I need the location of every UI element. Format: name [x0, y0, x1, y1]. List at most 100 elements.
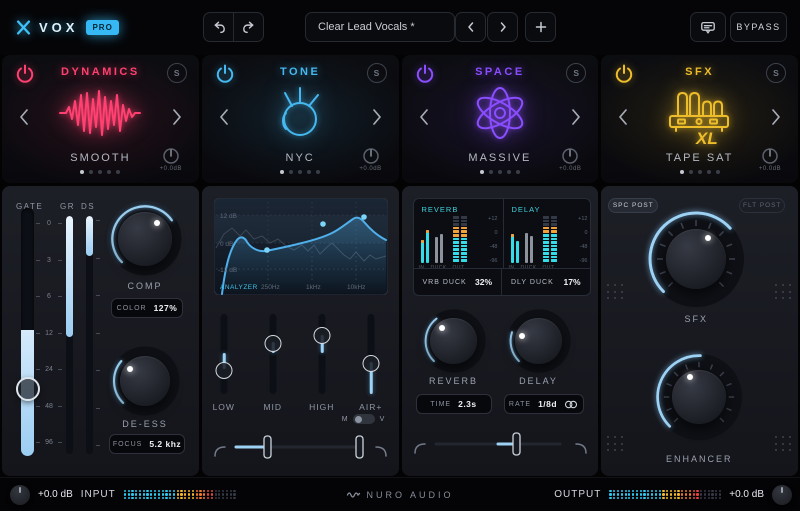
- slider-handle[interactable]: [513, 433, 520, 455]
- music-vocal-toggle[interactable]: M V: [342, 414, 385, 424]
- knob-body: [118, 212, 171, 265]
- wet-dry-slider[interactable]: [412, 426, 589, 461]
- input-gain-knob[interactable]: [10, 485, 30, 505]
- knob-indicator-dot: [519, 333, 525, 339]
- led-segment: [543, 216, 549, 219]
- knob-indicator-dot: [687, 374, 693, 380]
- meter-column: [636, 490, 638, 500]
- in-bar-fill: [511, 234, 514, 263]
- delay-duck-meter: [525, 221, 533, 263]
- page-dot[interactable]: [698, 170, 702, 174]
- enhancer-knob[interactable]: [654, 352, 744, 442]
- add-preset-button[interactable]: [525, 12, 556, 42]
- page-dot[interactable]: [280, 170, 284, 174]
- page-dot[interactable]: [480, 170, 484, 174]
- in-bar: [516, 221, 519, 263]
- module-gain-knob[interactable]: +0.0dB: [351, 147, 391, 172]
- filter-range-slider[interactable]: [212, 429, 389, 464]
- module-gain-knob[interactable]: +0.0dB: [550, 147, 590, 172]
- fader-handle[interactable]: [314, 327, 331, 344]
- meter-column: [662, 490, 664, 500]
- air-fader[interactable]: [363, 314, 380, 394]
- page-dot[interactable]: [80, 170, 84, 174]
- vrb-duck-readout[interactable]: VRB DUCK 32%: [414, 269, 502, 295]
- page-dot[interactable]: [716, 170, 720, 174]
- mid-fader[interactable]: [265, 314, 282, 394]
- color-field[interactable]: COLOR 127%: [111, 298, 183, 318]
- low-fader[interactable]: [216, 314, 233, 394]
- feedback-button[interactable]: [690, 12, 726, 42]
- dly-duck-readout[interactable]: DLY DUCK 17%: [501, 269, 590, 295]
- led-segment: [453, 245, 459, 248]
- page-dot[interactable]: [498, 170, 502, 174]
- output-gain-knob[interactable]: [772, 485, 792, 505]
- comp-knob[interactable]: [107, 201, 183, 277]
- undo-button[interactable]: [204, 13, 234, 41]
- preset-prev-button[interactable]: [455, 12, 486, 42]
- ping-pong-icon[interactable]: [564, 400, 578, 409]
- toggle-m-label: M: [342, 416, 348, 423]
- meter-column: [150, 490, 152, 500]
- waveform-icon: [2, 79, 199, 147]
- page-dot[interactable]: [298, 170, 302, 174]
- page-dot[interactable]: [89, 170, 93, 174]
- led-segment: [453, 259, 459, 262]
- page-dot[interactable]: [516, 170, 520, 174]
- bypass-button[interactable]: BYPASS: [730, 12, 787, 42]
- high-fader[interactable]: [314, 314, 331, 394]
- led-segment: [461, 256, 467, 259]
- redo-button[interactable]: [234, 13, 263, 41]
- module-gain-knob[interactable]: +0.0dB: [750, 147, 790, 172]
- deess-knob[interactable]: [109, 345, 181, 417]
- analyzer-toggle[interactable]: ANALYZER: [220, 284, 258, 291]
- deess-label: DE-ESS: [95, 419, 195, 429]
- toggle-knob: [355, 416, 362, 423]
- led-segment: [461, 241, 467, 244]
- sfx-knob[interactable]: [646, 209, 746, 309]
- reverb-knob[interactable]: [421, 308, 487, 374]
- fader-handle[interactable]: [363, 355, 380, 372]
- page-dot[interactable]: [489, 170, 493, 174]
- page-dot[interactable]: [107, 170, 111, 174]
- duck-bar: [440, 221, 443, 263]
- preset-next-button[interactable]: [487, 12, 518, 42]
- page-dot[interactable]: [689, 170, 693, 174]
- fader-track: [319, 314, 326, 394]
- led-segment: [461, 234, 467, 237]
- eq-node: [264, 247, 270, 253]
- page-dot[interactable]: [307, 170, 311, 174]
- delay-knob[interactable]: [506, 308, 572, 374]
- toggle-v-label: V: [380, 416, 385, 423]
- eq-display[interactable]: 12 dB 0 dB -12 dB ANALYZER 250Hz 1kHz 10…: [214, 198, 388, 300]
- page-dot[interactable]: [98, 170, 102, 174]
- meter-column: [617, 490, 619, 500]
- highpass-handle[interactable]: [264, 436, 271, 458]
- time-field[interactable]: TIME 2.3s: [416, 394, 492, 414]
- focus-field[interactable]: FOCUS 5.2 khz: [109, 434, 185, 454]
- lowpass-handle[interactable]: [356, 436, 363, 458]
- page-dot[interactable]: [507, 170, 511, 174]
- x-tick: 1kHz: [306, 284, 321, 291]
- led-segment: [461, 245, 467, 248]
- slope-left-icon: [415, 444, 425, 453]
- output-section: OUTPUT +0.0 dB: [554, 478, 792, 511]
- duck-bar: [525, 221, 528, 263]
- page-dot[interactable]: [316, 170, 320, 174]
- fader-handle[interactable]: [216, 362, 233, 379]
- module-gain-knob[interactable]: +0.0dB: [151, 147, 191, 172]
- page-dot[interactable]: [116, 170, 120, 174]
- preset-name-field[interactable]: Clear Lead Vocals *: [305, 12, 455, 42]
- meter-column: [700, 490, 702, 500]
- page-dot[interactable]: [707, 170, 711, 174]
- rate-field[interactable]: RATE 1/8d: [504, 394, 584, 414]
- bypass-label: BYPASS: [736, 22, 780, 32]
- toggle-pill[interactable]: [353, 414, 375, 424]
- gate-slider[interactable]: [21, 208, 34, 456]
- rate-field-value: 1/8d: [538, 399, 557, 409]
- fader-handle[interactable]: [265, 335, 282, 352]
- page-dot[interactable]: [680, 170, 684, 174]
- undo-icon: [211, 19, 227, 35]
- chevron-right-icon: [498, 20, 508, 34]
- page-dot[interactable]: [289, 170, 293, 174]
- scale-tick: 0: [36, 220, 62, 227]
